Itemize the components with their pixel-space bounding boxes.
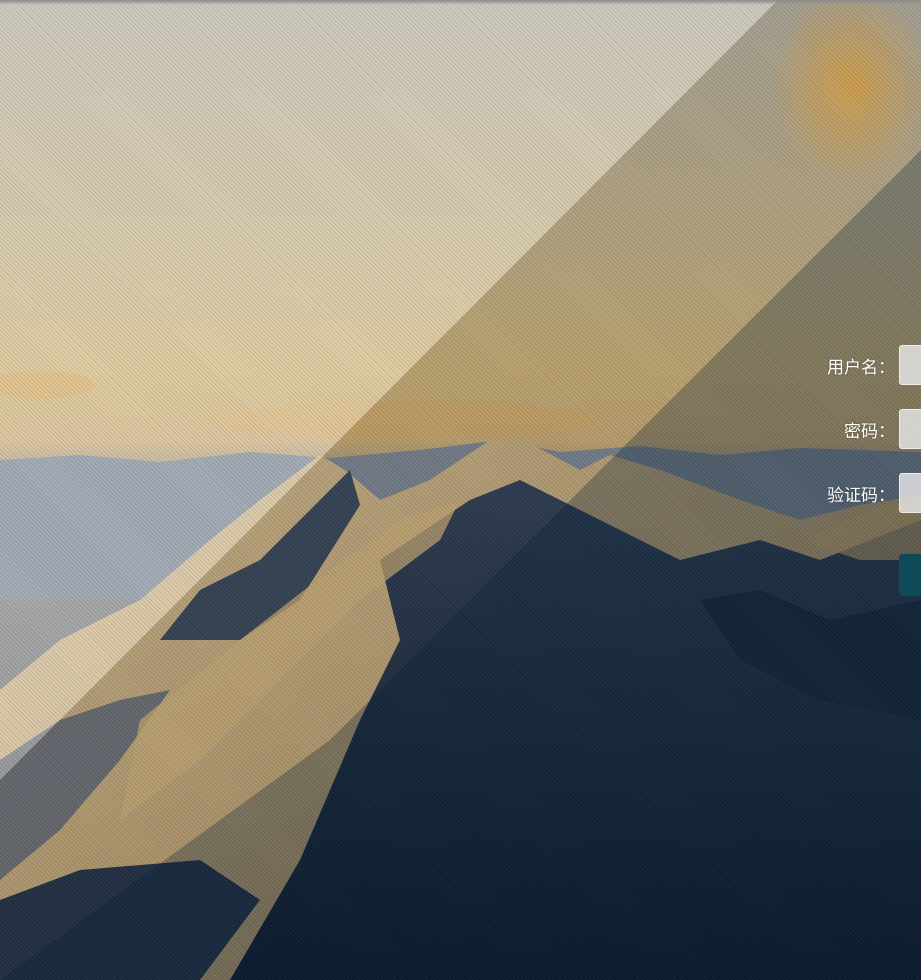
captcha-input[interactable] (899, 473, 921, 513)
login-page: 用户名： 密码： 验证码： (0, 0, 921, 980)
login-button[interactable] (899, 554, 921, 596)
top-border (0, 0, 921, 5)
password-label: 密码： (844, 421, 895, 442)
captcha-label: 验证码： (827, 485, 895, 506)
captcha-row: 验证码： (827, 472, 921, 514)
password-row: 密码： (844, 408, 921, 450)
username-label: 用户名： (827, 357, 895, 378)
username-input[interactable] (899, 345, 921, 385)
username-row: 用户名： (827, 344, 921, 386)
login-form: 用户名： 密码： 验证码： (760, 340, 921, 600)
password-input[interactable] (899, 409, 921, 449)
